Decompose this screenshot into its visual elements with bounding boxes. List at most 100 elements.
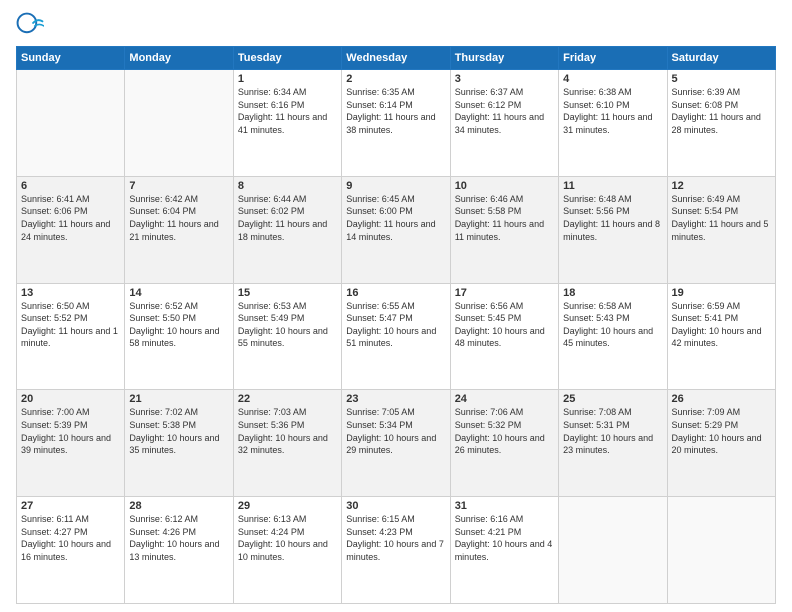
day-number: 4 [563, 73, 662, 85]
day-number: 3 [455, 73, 554, 85]
day-number: 17 [455, 287, 554, 299]
day-info: Sunrise: 7:05 AM Sunset: 5:34 PM Dayligh… [346, 406, 445, 456]
calendar-cell: 4Sunrise: 6:38 AM Sunset: 6:10 PM Daylig… [559, 70, 667, 177]
day-number: 22 [238, 393, 337, 405]
day-info: Sunrise: 6:39 AM Sunset: 6:08 PM Dayligh… [672, 86, 771, 136]
day-number: 15 [238, 287, 337, 299]
calendar-week-row: 1Sunrise: 6:34 AM Sunset: 6:16 PM Daylig… [17, 70, 776, 177]
day-info: Sunrise: 6:35 AM Sunset: 6:14 PM Dayligh… [346, 86, 445, 136]
day-number: 9 [346, 180, 445, 192]
day-info: Sunrise: 6:53 AM Sunset: 5:49 PM Dayligh… [238, 300, 337, 350]
calendar-cell: 1Sunrise: 6:34 AM Sunset: 6:16 PM Daylig… [233, 70, 341, 177]
calendar-cell: 3Sunrise: 6:37 AM Sunset: 6:12 PM Daylig… [450, 70, 558, 177]
day-number: 14 [129, 287, 228, 299]
day-info: Sunrise: 6:46 AM Sunset: 5:58 PM Dayligh… [455, 193, 554, 243]
calendar-cell: 6Sunrise: 6:41 AM Sunset: 6:06 PM Daylig… [17, 176, 125, 283]
logo-icon [16, 12, 44, 40]
calendar-week-row: 27Sunrise: 6:11 AM Sunset: 4:27 PM Dayli… [17, 497, 776, 604]
calendar-cell: 5Sunrise: 6:39 AM Sunset: 6:08 PM Daylig… [667, 70, 775, 177]
weekday-header: Thursday [450, 47, 558, 70]
day-number: 10 [455, 180, 554, 192]
header [16, 12, 776, 40]
day-info: Sunrise: 6:55 AM Sunset: 5:47 PM Dayligh… [346, 300, 445, 350]
day-info: Sunrise: 6:56 AM Sunset: 5:45 PM Dayligh… [455, 300, 554, 350]
day-number: 11 [563, 180, 662, 192]
day-info: Sunrise: 6:59 AM Sunset: 5:41 PM Dayligh… [672, 300, 771, 350]
day-number: 30 [346, 500, 445, 512]
calendar-cell: 20Sunrise: 7:00 AM Sunset: 5:39 PM Dayli… [17, 390, 125, 497]
day-info: Sunrise: 6:11 AM Sunset: 4:27 PM Dayligh… [21, 513, 120, 563]
calendar-cell: 12Sunrise: 6:49 AM Sunset: 5:54 PM Dayli… [667, 176, 775, 283]
day-number: 29 [238, 500, 337, 512]
calendar-page: SundayMondayTuesdayWednesdayThursdayFrid… [0, 0, 792, 612]
weekday-header: Saturday [667, 47, 775, 70]
day-info: Sunrise: 6:38 AM Sunset: 6:10 PM Dayligh… [563, 86, 662, 136]
calendar-cell: 13Sunrise: 6:50 AM Sunset: 5:52 PM Dayli… [17, 283, 125, 390]
day-number: 2 [346, 73, 445, 85]
day-info: Sunrise: 6:16 AM Sunset: 4:21 PM Dayligh… [455, 513, 554, 563]
day-number: 13 [21, 287, 120, 299]
calendar-cell: 18Sunrise: 6:58 AM Sunset: 5:43 PM Dayli… [559, 283, 667, 390]
day-info: Sunrise: 6:13 AM Sunset: 4:24 PM Dayligh… [238, 513, 337, 563]
calendar-cell: 27Sunrise: 6:11 AM Sunset: 4:27 PM Dayli… [17, 497, 125, 604]
day-info: Sunrise: 6:52 AM Sunset: 5:50 PM Dayligh… [129, 300, 228, 350]
calendar-cell: 9Sunrise: 6:45 AM Sunset: 6:00 PM Daylig… [342, 176, 450, 283]
day-number: 26 [672, 393, 771, 405]
calendar-cell: 15Sunrise: 6:53 AM Sunset: 5:49 PM Dayli… [233, 283, 341, 390]
calendar-cell: 26Sunrise: 7:09 AM Sunset: 5:29 PM Dayli… [667, 390, 775, 497]
calendar-cell: 8Sunrise: 6:44 AM Sunset: 6:02 PM Daylig… [233, 176, 341, 283]
calendar-week-row: 6Sunrise: 6:41 AM Sunset: 6:06 PM Daylig… [17, 176, 776, 283]
weekday-header: Friday [559, 47, 667, 70]
day-number: 24 [455, 393, 554, 405]
day-number: 7 [129, 180, 228, 192]
calendar-cell: 10Sunrise: 6:46 AM Sunset: 5:58 PM Dayli… [450, 176, 558, 283]
day-number: 6 [21, 180, 120, 192]
day-info: Sunrise: 7:03 AM Sunset: 5:36 PM Dayligh… [238, 406, 337, 456]
weekday-header: Tuesday [233, 47, 341, 70]
calendar-cell: 17Sunrise: 6:56 AM Sunset: 5:45 PM Dayli… [450, 283, 558, 390]
calendar-cell: 22Sunrise: 7:03 AM Sunset: 5:36 PM Dayli… [233, 390, 341, 497]
day-info: Sunrise: 6:34 AM Sunset: 6:16 PM Dayligh… [238, 86, 337, 136]
weekday-header: Monday [125, 47, 233, 70]
day-number: 25 [563, 393, 662, 405]
day-info: Sunrise: 7:06 AM Sunset: 5:32 PM Dayligh… [455, 406, 554, 456]
day-info: Sunrise: 6:15 AM Sunset: 4:23 PM Dayligh… [346, 513, 445, 563]
calendar-cell [667, 497, 775, 604]
calendar-week-row: 13Sunrise: 6:50 AM Sunset: 5:52 PM Dayli… [17, 283, 776, 390]
calendar-cell [17, 70, 125, 177]
calendar-cell: 28Sunrise: 6:12 AM Sunset: 4:26 PM Dayli… [125, 497, 233, 604]
calendar-cell: 19Sunrise: 6:59 AM Sunset: 5:41 PM Dayli… [667, 283, 775, 390]
day-info: Sunrise: 6:41 AM Sunset: 6:06 PM Dayligh… [21, 193, 120, 243]
day-number: 1 [238, 73, 337, 85]
day-number: 28 [129, 500, 228, 512]
header-row: SundayMondayTuesdayWednesdayThursdayFrid… [17, 47, 776, 70]
day-number: 8 [238, 180, 337, 192]
day-number: 18 [563, 287, 662, 299]
day-number: 27 [21, 500, 120, 512]
day-info: Sunrise: 7:08 AM Sunset: 5:31 PM Dayligh… [563, 406, 662, 456]
day-info: Sunrise: 6:42 AM Sunset: 6:04 PM Dayligh… [129, 193, 228, 243]
day-number: 21 [129, 393, 228, 405]
day-info: Sunrise: 6:12 AM Sunset: 4:26 PM Dayligh… [129, 513, 228, 563]
day-info: Sunrise: 7:09 AM Sunset: 5:29 PM Dayligh… [672, 406, 771, 456]
day-info: Sunrise: 7:00 AM Sunset: 5:39 PM Dayligh… [21, 406, 120, 456]
weekday-header: Sunday [17, 47, 125, 70]
calendar-week-row: 20Sunrise: 7:00 AM Sunset: 5:39 PM Dayli… [17, 390, 776, 497]
calendar-cell: 23Sunrise: 7:05 AM Sunset: 5:34 PM Dayli… [342, 390, 450, 497]
day-number: 12 [672, 180, 771, 192]
calendar-cell: 24Sunrise: 7:06 AM Sunset: 5:32 PM Dayli… [450, 390, 558, 497]
calendar-cell: 11Sunrise: 6:48 AM Sunset: 5:56 PM Dayli… [559, 176, 667, 283]
day-number: 31 [455, 500, 554, 512]
logo [16, 12, 48, 40]
calendar-table: SundayMondayTuesdayWednesdayThursdayFrid… [16, 46, 776, 604]
calendar-cell: 30Sunrise: 6:15 AM Sunset: 4:23 PM Dayli… [342, 497, 450, 604]
calendar-cell [559, 497, 667, 604]
calendar-cell: 29Sunrise: 6:13 AM Sunset: 4:24 PM Dayli… [233, 497, 341, 604]
day-info: Sunrise: 6:58 AM Sunset: 5:43 PM Dayligh… [563, 300, 662, 350]
day-info: Sunrise: 6:49 AM Sunset: 5:54 PM Dayligh… [672, 193, 771, 243]
weekday-header: Wednesday [342, 47, 450, 70]
day-info: Sunrise: 6:50 AM Sunset: 5:52 PM Dayligh… [21, 300, 120, 350]
calendar-cell: 16Sunrise: 6:55 AM Sunset: 5:47 PM Dayli… [342, 283, 450, 390]
day-info: Sunrise: 6:45 AM Sunset: 6:00 PM Dayligh… [346, 193, 445, 243]
day-info: Sunrise: 6:48 AM Sunset: 5:56 PM Dayligh… [563, 193, 662, 243]
